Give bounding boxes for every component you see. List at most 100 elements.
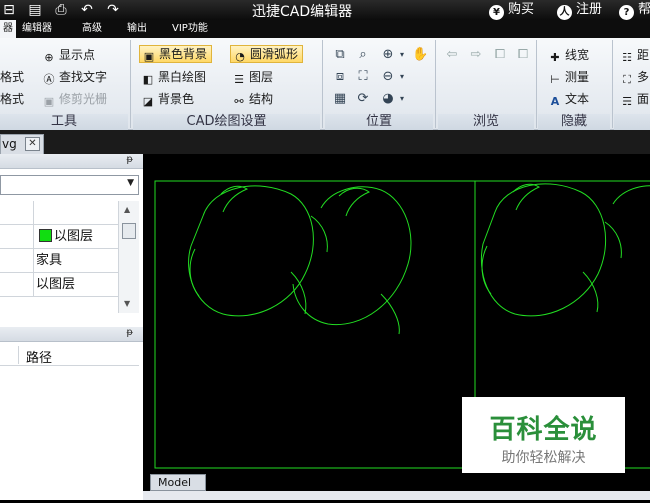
watermark-subtitle: 助你轻松解决 — [501, 450, 586, 466]
tab-advanced[interactable]: 高级 — [82, 20, 102, 38]
tab-editor[interactable]: 编辑器 — [22, 20, 52, 38]
model-tab[interactable]: Model — [150, 474, 206, 491]
scroll-up-icon[interactable]: ▲ — [124, 205, 130, 214]
pan-hand-icon[interactable]: ✋ — [412, 47, 428, 63]
cad-settings-group-label: CAD绘图设置 — [133, 114, 320, 130]
document-tab[interactable]: vg ✕ — [0, 134, 44, 154]
fit-window-icon[interactable]: ⧉ — [332, 47, 348, 63]
text-button[interactable]: A 文本 — [548, 90, 589, 108]
ribbon-separator — [130, 40, 131, 128]
distance-button[interactable]: ☷ 距 — [620, 46, 649, 64]
property-scrollbar[interactable]: ▲ ▼ — [118, 201, 139, 313]
position-group-label: 位置 — [325, 114, 433, 130]
pin-icon[interactable]: ᵽ — [126, 154, 133, 165]
zoom-window-icon[interactable]: ⌕ — [355, 47, 371, 63]
arrow-left-icon[interactable]: ⇦ — [444, 47, 460, 63]
distance-icon: ☷ — [622, 51, 632, 64]
pin-icon[interactable]: ᵽ — [126, 327, 133, 338]
model-tab-label: Model — [158, 476, 192, 489]
ribbon: 格式 格式 ⊕ 显示点 Ⓐ 查找文字 ▣ 修剪光栅 工具 ▣ 黑色背景 ◔ 圆滑弧形 ◧ 黑… — [0, 38, 650, 130]
object-select[interactable]: ▼ — [0, 175, 139, 195]
app-title: 迅捷CAD编辑器 — [252, 4, 353, 20]
property-row[interactable]: 家具 — [0, 249, 118, 273]
property-value[interactable]: 以图层 — [33, 273, 118, 297]
shape-right — [480, 183, 650, 317]
chevron-down-icon[interactable]: ▼ — [127, 178, 134, 188]
previous-view-icon[interactable]: ⧠ — [492, 47, 508, 63]
layout-tab-bar — [143, 491, 650, 500]
property-value[interactable]: 以图层 — [33, 225, 118, 249]
trim-raster-button[interactable]: ▣ 修剪光栅 — [42, 90, 107, 108]
watermark-title: 百科全说 — [489, 415, 598, 445]
area-icon: ☴ — [622, 95, 632, 108]
help-button[interactable]: ? 帮 — [619, 1, 650, 20]
next-view-icon[interactable]: ⧠ — [515, 47, 531, 63]
browse-group-label: 浏览 — [438, 114, 534, 130]
help-icon: ? — [619, 5, 634, 20]
tab-vip[interactable]: VIP功能 — [172, 20, 208, 38]
path-column-header[interactable]: 路径 — [26, 347, 52, 366]
bw-drawing-button[interactable]: ◧ 黑白绘图 — [141, 68, 206, 86]
bw-drawing-icon: ◧ — [142, 73, 154, 86]
ribbon-separator — [536, 40, 537, 128]
buy-button[interactable]: ¥ 购买 — [489, 1, 534, 20]
property-row[interactable]: 以图层 — [0, 225, 118, 249]
format-button-2[interactable]: 格式 — [0, 90, 24, 108]
chevron-down-icon[interactable]: ▾ — [394, 69, 410, 85]
column-divider[interactable] — [18, 346, 19, 364]
smooth-arc-icon: ◔ — [235, 50, 245, 63]
area-button[interactable]: ☴ 面 — [620, 90, 649, 108]
black-background-button[interactable]: ▣ 黑色背景 — [139, 45, 213, 63]
chevron-down-icon[interactable]: ▾ — [394, 91, 410, 107]
property-value[interactable]: 家具 — [33, 249, 118, 273]
tab-viewer[interactable]: 器 — [0, 20, 16, 38]
ribbon-separator — [612, 40, 613, 128]
format-button-1[interactable]: 格式 — [0, 68, 24, 86]
print-icon[interactable]: ⎙ — [52, 1, 70, 19]
save-icon[interactable]: ▤ — [26, 1, 44, 19]
lineweight-button[interactable]: ✚ 线宽 — [548, 46, 589, 64]
rotate-icon[interactable]: ⟳ — [355, 91, 371, 107]
background-color-button[interactable]: ◪ 背景色 — [141, 90, 194, 108]
property-row — [0, 201, 118, 225]
grid-icon[interactable]: ▦ — [332, 91, 348, 107]
find-text-icon: Ⓐ — [43, 73, 55, 86]
redo-icon[interactable]: ↷ — [104, 1, 122, 19]
document-tab-strip: vg ✕ — [0, 130, 650, 154]
chevron-down-icon[interactable]: ▾ — [394, 47, 410, 63]
ruler-icon: ⊢ — [550, 73, 560, 86]
scroll-thumb[interactable] — [122, 223, 136, 239]
polyline-icon: ⛶ — [623, 73, 631, 86]
show-points-button[interactable]: ⊕ 显示点 — [42, 46, 95, 64]
scroll-down-icon[interactable]: ▼ — [124, 299, 130, 308]
raster-icon: ▣ — [43, 95, 55, 108]
file-list-header: 路径 — [0, 344, 139, 366]
hide-group-label: 隐藏 — [538, 114, 610, 130]
tab-output[interactable]: 输出 — [127, 20, 147, 38]
text-icon: A — [550, 95, 560, 108]
zoom-all-icon[interactable]: ⛶ — [355, 69, 371, 85]
ribbon-separator — [435, 40, 436, 128]
close-icon[interactable]: ✕ — [25, 137, 40, 151]
structure-icon: ⚯ — [234, 95, 244, 108]
undo-icon[interactable]: ↶ — [78, 1, 96, 19]
user-icon: 人 — [557, 5, 572, 20]
structure-button[interactable]: ⚯ 结构 — [232, 90, 273, 108]
color-swatch — [39, 229, 52, 242]
title-bar: ⊟ ▤ ⎙ ↶ ↷ 迅捷CAD编辑器 ¥ 购买 人注册 ? 帮 — [0, 0, 650, 20]
measure-button[interactable]: ⊢ 测量 — [548, 68, 589, 86]
yen-icon: ¥ — [489, 5, 504, 20]
crosshair-icon: ⊕ — [44, 51, 54, 64]
open-file-icon[interactable]: ⊟ — [0, 1, 18, 19]
layers-icon: ☰ — [234, 73, 244, 86]
left-panel: ᵽ ▼ 以图层 家具 以图层 ▲ ▼ ᵽ 路径 — [0, 154, 143, 500]
smooth-arc-button[interactable]: ◔ 圆滑弧形 — [230, 45, 304, 63]
layers-button[interactable]: ☰ 图层 — [232, 68, 273, 86]
extents-icon[interactable]: ⧈ — [332, 69, 348, 85]
arrow-right-icon[interactable]: ⇨ — [468, 47, 484, 63]
lineweight-icon: ✚ — [550, 51, 560, 64]
multi-button[interactable]: ⛶ 多 — [620, 68, 649, 86]
property-row[interactable]: 以图层 — [0, 273, 118, 297]
find-text-button[interactable]: Ⓐ 查找文字 — [42, 68, 108, 86]
register-button[interactable]: 人注册 — [557, 1, 602, 20]
